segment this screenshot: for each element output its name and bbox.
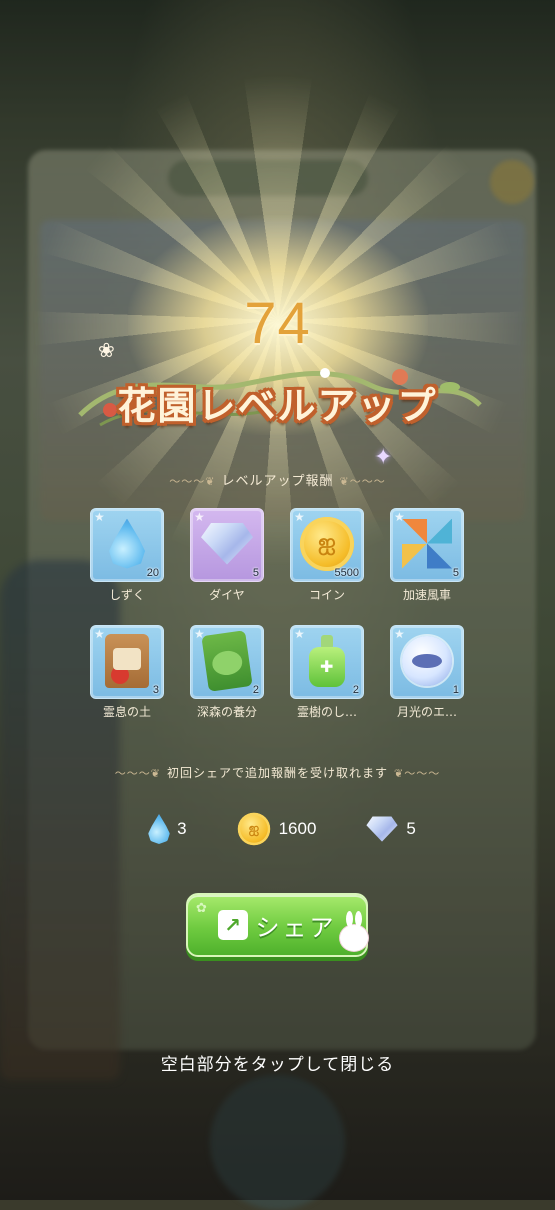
coin-icon: ஐ bbox=[237, 812, 270, 846]
share-button-label: シェア bbox=[255, 913, 337, 942]
level-up-title: 花園レベルアップ bbox=[117, 384, 438, 428]
share-bonus-header: ～～～❦ 初回シェアで追加報酬を受け取れます ❦～～～ bbox=[114, 766, 441, 780]
diamond-icon bbox=[201, 522, 253, 565]
reward-tile: ★ 5 bbox=[190, 508, 264, 582]
reward-name: 霊樹のし… bbox=[296, 705, 357, 719]
reward-quantity: 2 bbox=[252, 684, 259, 696]
share-icon: ↗ bbox=[217, 910, 248, 940]
star-icon: ★ bbox=[94, 627, 105, 641]
reward-quantity: 20 bbox=[146, 567, 159, 579]
reward-item-moonlight-orb[interactable]: ★ 1 月光のエ… bbox=[390, 625, 464, 720]
rewards-header: ～～～❦ レベルアップ報酬 ❦～～～ bbox=[169, 474, 386, 489]
share-bonus-value: 5 bbox=[406, 819, 416, 838]
reward-quantity: 5 bbox=[252, 567, 259, 579]
reward-tile: ★ ஐ 5500 bbox=[290, 508, 364, 582]
share-bonus-water-drop: 3 bbox=[139, 804, 187, 854]
moonlight-orb-icon bbox=[402, 635, 452, 686]
sparkle-icon: ✦ bbox=[374, 445, 393, 470]
share-bonus-value: 3 bbox=[177, 819, 187, 838]
reward-quantity: 3 bbox=[152, 684, 159, 696]
water-drop-icon bbox=[107, 518, 147, 569]
reward-tile: ★ 2 bbox=[290, 625, 364, 699]
coin-icon: ஐ bbox=[300, 516, 354, 571]
reward-name: 深森の養分 bbox=[196, 705, 257, 719]
reward-quantity: 2 bbox=[352, 684, 359, 696]
reward-name: ダイヤ bbox=[209, 588, 245, 602]
share-bonus-diamond: 5 bbox=[356, 808, 416, 850]
reward-tile: ★ 20 bbox=[90, 508, 164, 582]
divider-ornament-right: ❦～～～ bbox=[394, 767, 441, 780]
share-bonus-value: 1600 bbox=[278, 819, 317, 838]
reward-item-water-drop[interactable]: ★ 20 しずく bbox=[90, 508, 164, 603]
reward-item-potion-bottle[interactable]: ★ 2 霊樹のし… bbox=[290, 625, 364, 720]
soil-bag-icon bbox=[105, 633, 149, 688]
reward-grid: ★ 20 しずく ★ 5 ダイヤ ★ ஐ 5500 コイン ★ 5 加速風車 ★… bbox=[90, 508, 465, 720]
nutrient-bag-icon bbox=[201, 629, 253, 692]
share-bonus-row: 3 ஐ 1600 5 bbox=[0, 802, 555, 856]
divider-ornament-right: ❦～～～ bbox=[339, 475, 386, 488]
pinwheel-icon bbox=[402, 518, 452, 569]
reward-quantity: 5500 bbox=[334, 567, 359, 579]
star-icon: ★ bbox=[294, 627, 305, 641]
reward-tile: ★ 2 bbox=[190, 625, 264, 699]
potion-bottle-icon bbox=[309, 634, 345, 687]
reward-quantity: 5 bbox=[452, 567, 459, 579]
reward-name: 加速風車 bbox=[402, 588, 451, 602]
reward-tile: ★ 5 bbox=[390, 508, 464, 582]
tap-to-close-hint: 空白部分をタップして閉じる bbox=[160, 1055, 395, 1075]
divider-ornament-left: ～～～❦ bbox=[114, 767, 161, 780]
diamond-icon bbox=[366, 816, 399, 842]
berry-icon bbox=[111, 665, 129, 684]
reward-name: コイン bbox=[308, 588, 345, 602]
star-icon: ★ bbox=[94, 510, 105, 524]
reward-name: しずく bbox=[109, 588, 145, 602]
butterfly-icon: ❀ bbox=[98, 338, 115, 362]
level-number: 74 bbox=[244, 291, 311, 356]
reward-name: 霊息の土 bbox=[102, 705, 151, 719]
water-drop-icon bbox=[147, 814, 171, 844]
reward-item-nutrient-bag[interactable]: ★ 2 深森の養分 bbox=[190, 625, 264, 720]
reward-item-diamond[interactable]: ★ 5 ダイヤ bbox=[190, 508, 264, 603]
reward-item-pinwheel[interactable]: ★ 5 加速風車 bbox=[390, 508, 464, 603]
reward-tile: ★ 1 bbox=[390, 625, 464, 699]
reward-item-soil-bag[interactable]: ★ 3 霊息の土 bbox=[90, 625, 164, 720]
bunny-icon bbox=[340, 911, 368, 951]
reward-name: 月光のエ… bbox=[396, 705, 457, 719]
divider-ornament-left: ～～～❦ bbox=[169, 475, 216, 488]
share-button[interactable]: ✿ ↗ シェア bbox=[186, 893, 368, 957]
share-bonus-coin: ஐ 1600 bbox=[227, 802, 317, 856]
clover-icon: ✿ bbox=[196, 901, 207, 916]
reward-item-coin[interactable]: ★ ஐ 5500 コイン bbox=[290, 508, 364, 603]
reward-quantity: 1 bbox=[452, 684, 459, 696]
reward-tile: ★ 3 bbox=[90, 625, 164, 699]
